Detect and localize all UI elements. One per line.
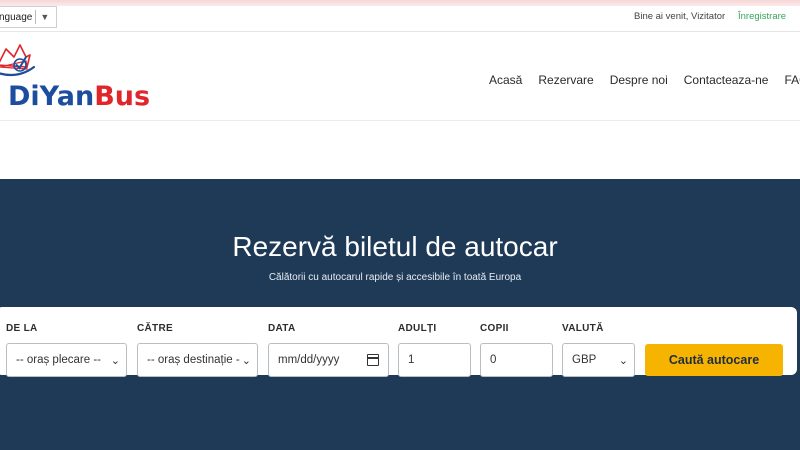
children-label: COPII xyxy=(480,323,509,334)
search-buses-button[interactable]: Caută autocare xyxy=(645,344,783,376)
adults-value: 1 xyxy=(408,354,415,366)
hero-section: Rezervă biletul de autocar Călătorii cu … xyxy=(0,179,800,450)
logo-text-primary: DiYan xyxy=(8,81,95,112)
site-logo[interactable]: DiYanBus xyxy=(8,83,150,110)
nav-item-faq[interactable]: FAQ xyxy=(784,73,800,87)
calendar-icon[interactable] xyxy=(366,354,379,366)
currency-label: VALUTĂ xyxy=(562,323,604,334)
adults-input[interactable]: 1 xyxy=(398,343,471,377)
welcome-text: Bine ai venit, Vizitator xyxy=(634,11,726,22)
register-link[interactable]: Înregistrare xyxy=(738,11,786,22)
chevron-down-icon: ⌄ xyxy=(618,355,628,367)
chevron-down-icon: ▼ xyxy=(40,12,50,22)
language-separator xyxy=(35,10,37,24)
currency-select[interactable]: GBP ⌄ xyxy=(562,343,635,377)
top-bar: nguage ▼ Bine ai venit, Vizitator Înregi… xyxy=(0,6,800,32)
date-placeholder: mm/dd/yyyy xyxy=(278,354,340,366)
children-input[interactable]: 0 xyxy=(480,343,553,377)
nav-item-booking[interactable]: Rezervare xyxy=(538,73,593,87)
hero-subtitle: Călătorii cu autocarul rapide și accesib… xyxy=(268,272,522,283)
from-city-value: -- oraș plecare -- xyxy=(16,354,101,366)
date-input[interactable]: mm/dd/yyyy xyxy=(268,343,389,377)
site-header: DiYanBus Acasă Rezervare Despre noi Cont… xyxy=(0,33,800,121)
currency-value: GBP xyxy=(572,354,597,366)
nav-item-contact[interactable]: Contacteaza-ne xyxy=(684,73,769,87)
language-select[interactable]: nguage ▼ xyxy=(0,6,57,28)
children-value: 0 xyxy=(490,354,497,366)
search-form: DE LA -- oraș plecare -- ⌄ CĂTRE -- oraș… xyxy=(0,307,797,377)
date-label: DATA xyxy=(268,323,296,334)
to-label: CĂTRE xyxy=(137,323,173,334)
from-city-select[interactable]: -- oraș plecare -- ⌄ xyxy=(6,343,127,377)
to-city-select[interactable]: -- oraș destinație -- ⌄ xyxy=(137,343,258,377)
ticket-logo-icon[interactable] xyxy=(0,43,40,79)
hero-title: Rezervă biletul de autocar xyxy=(232,231,558,262)
to-city-value: -- oraș destinație -- xyxy=(147,354,244,366)
chevron-down-icon: ⌄ xyxy=(239,354,251,367)
nav-item-home[interactable]: Acasă xyxy=(489,73,522,87)
main-nav: Acasă Rezervare Despre noi Contacteaza-n… xyxy=(489,73,800,87)
logo-text-secondary: Bus xyxy=(94,81,151,112)
chevron-down-icon: ⌄ xyxy=(110,355,120,367)
from-label: DE LA xyxy=(6,323,38,334)
nav-item-about[interactable]: Despre noi xyxy=(610,73,668,87)
language-label: nguage xyxy=(0,11,33,23)
adults-label: ADULȚI xyxy=(398,323,437,334)
